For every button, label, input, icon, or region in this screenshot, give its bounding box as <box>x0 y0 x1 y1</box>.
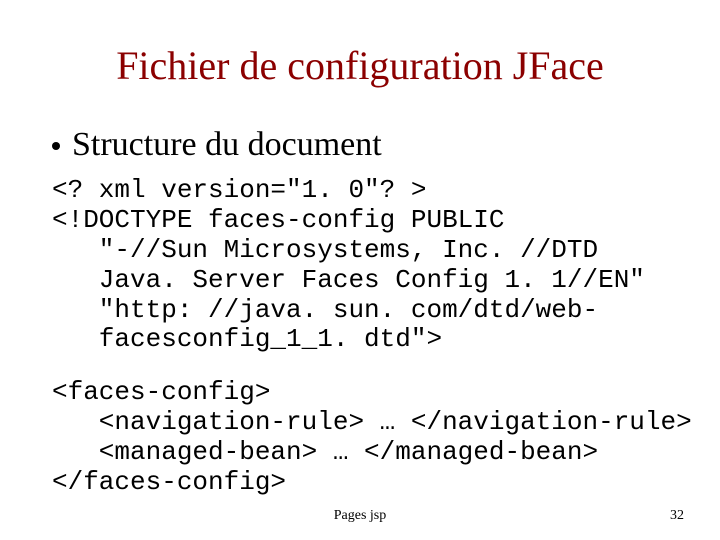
bullet-text: Structure du document <box>72 126 382 164</box>
code-block-xml-prolog: <? xml version="1. 0"? > <!DOCTYPE faces… <box>52 176 680 355</box>
page-number: 32 <box>670 508 684 524</box>
slide-title: Fichier de configuration JFace <box>0 42 720 89</box>
footer-center-label: Pages jsp <box>0 508 720 524</box>
slide: Fichier de configuration JFace Structure… <box>0 0 720 540</box>
bullet-dot-icon <box>52 142 60 150</box>
bullet-item: Structure du document <box>52 126 382 164</box>
code-block-faces-config: <faces-config> <navigation-rule> … </nav… <box>52 378 680 498</box>
